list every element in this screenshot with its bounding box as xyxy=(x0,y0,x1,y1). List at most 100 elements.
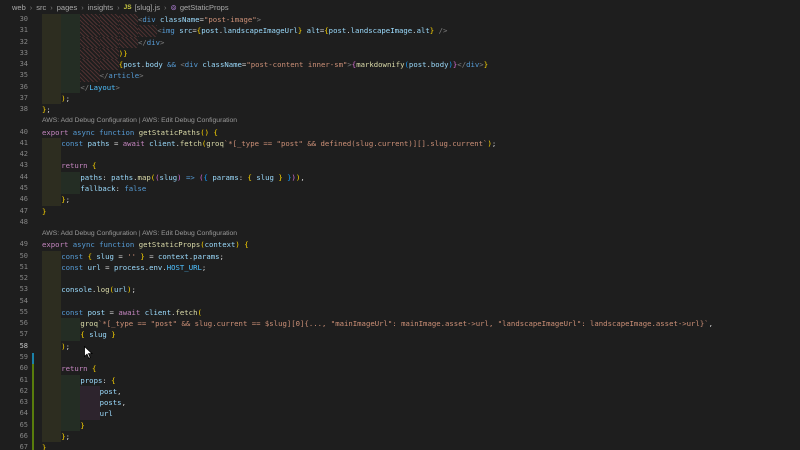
codelens-debug-config[interactable]: AWS: Add Debug Configuration | AWS: Edit… xyxy=(0,115,800,126)
indent-guide xyxy=(42,295,62,307)
line-number: 62 xyxy=(19,386,28,395)
code-line[interactable]: 46}; xyxy=(0,194,800,206)
indent-guide xyxy=(61,408,81,420)
line-number: 56 xyxy=(19,319,28,328)
indent-guide xyxy=(42,250,62,262)
code-line[interactable]: 51 const url = process.env.HOST_URL; xyxy=(0,261,800,274)
line-number: 31 xyxy=(19,26,28,35)
breadcrumb-symbol[interactable]: getStaticProps xyxy=(180,3,229,12)
line-number: 45 xyxy=(19,183,28,192)
codelens-debug-config[interactable]: AWS: Add Debug Configuration | AWS: Edit… xyxy=(0,228,800,239)
code-text: } xyxy=(42,206,47,216)
code-line[interactable]: 66}; xyxy=(0,430,800,443)
indent-guide xyxy=(99,14,119,26)
indent-guide xyxy=(42,70,62,82)
code-line[interactable]: 33)} xyxy=(0,47,800,60)
line-number: 51 xyxy=(19,262,28,271)
line-number: 63 xyxy=(19,398,28,407)
breadcrumb-src[interactable]: src xyxy=(36,3,46,12)
codelens-label[interactable]: AWS: Add Debug Configuration | AWS: Edit… xyxy=(42,115,237,126)
breadcrumb-insights[interactable]: insights xyxy=(88,3,113,12)
code-text: console.log(url); xyxy=(61,285,136,295)
code-text: )} xyxy=(118,48,128,58)
indent-guide xyxy=(61,318,81,330)
code-line[interactable]: 52 xyxy=(0,273,800,285)
code-line[interactable]: 30 <div className="post-image"> xyxy=(0,14,800,26)
code-line[interactable]: 60 return { xyxy=(0,363,800,375)
mouse-pointer-icon xyxy=(84,346,93,359)
code-line[interactable]: 40 export async function getStaticPaths()… xyxy=(0,127,800,138)
code-text: ); xyxy=(61,93,70,103)
code-line[interactable]: 38}; xyxy=(0,104,800,115)
code-line[interactable]: 36 </Layout> xyxy=(0,81,800,93)
indent-guide xyxy=(42,374,62,386)
code-line[interactable]: 53 console.log(url); xyxy=(0,284,800,296)
line-number: 34 xyxy=(19,60,28,69)
chevron-right-icon: › xyxy=(117,2,120,12)
code-line[interactable]: 34 {post.body && <div className="post-con… xyxy=(0,59,800,71)
code-line[interactable]: 67} xyxy=(0,442,800,450)
code-line[interactable]: 55 const post = await client.fetch( xyxy=(0,306,800,319)
line-number: 57 xyxy=(19,330,28,339)
indent-guide xyxy=(42,318,62,330)
code-line[interactable]: 62 post, xyxy=(0,385,800,398)
code-line[interactable]: 58); xyxy=(0,340,800,352)
code-line[interactable]: 63 posts, xyxy=(0,397,800,409)
breadcrumb-pages[interactable]: pages xyxy=(57,3,77,12)
line-number: 44 xyxy=(19,172,28,181)
code-line[interactable]: 37); xyxy=(0,92,800,105)
code-line[interactable]: 42 xyxy=(0,149,800,161)
indent-guide xyxy=(42,47,62,60)
code-line[interactable]: 54 xyxy=(0,295,800,307)
line-number: 50 xyxy=(19,251,28,260)
code-line[interactable]: 61 props: { xyxy=(0,374,800,386)
code-line[interactable]: 45 fallback: false xyxy=(0,182,800,195)
line-number: 48 xyxy=(19,217,28,226)
line-number: 61 xyxy=(19,375,28,384)
code-text: ); xyxy=(61,341,70,351)
code-text: }; xyxy=(61,431,70,441)
code-line[interactable]: 59 xyxy=(0,351,800,364)
indent-guide xyxy=(80,397,100,409)
code-line[interactable]: 48 xyxy=(0,217,800,228)
code-text: <img src={post.landscapeImageUrl} alt={p… xyxy=(157,26,448,36)
line-number: 43 xyxy=(19,161,28,170)
codelens-label[interactable]: AWS: Add Debug Configuration | AWS: Edit… xyxy=(42,228,237,239)
indent-guide xyxy=(42,397,62,409)
line-number: 67 xyxy=(19,443,28,450)
code-line[interactable]: 56 groq`*[_type == "post" && slug.current… xyxy=(0,318,800,330)
code-editor[interactable]: 30 <div className="post-image"> 31 <img src… xyxy=(0,14,800,450)
code-text: export async function getStaticPaths() { xyxy=(42,127,218,137)
code-line[interactable]: 64 url xyxy=(0,408,800,420)
code-line[interactable]: 32 </div> xyxy=(0,36,800,48)
code-line[interactable]: 43 return { xyxy=(0,160,800,172)
indent-guide xyxy=(42,36,62,48)
code-line[interactable]: 47} xyxy=(0,206,800,217)
line-number: 59 xyxy=(19,352,28,361)
indent-guide xyxy=(118,14,138,26)
line-number: 46 xyxy=(19,195,28,204)
line-number: 37 xyxy=(19,93,28,102)
code-line[interactable]: 44 paths: paths.map((slug) => ({ params: … xyxy=(0,171,800,183)
indent-guide xyxy=(42,385,62,398)
code-line[interactable]: 49 export async function getStaticProps(c… xyxy=(0,239,800,250)
line-number: 65 xyxy=(19,420,28,429)
indent-guide xyxy=(42,340,62,352)
code-line[interactable]: 50 const { slug = '' } = context.params; xyxy=(0,250,800,262)
indent-guide xyxy=(42,149,62,161)
javascript-file-icon: JS xyxy=(123,3,132,11)
code-line[interactable]: 41 const paths = await client.fetch(groq`… xyxy=(0,137,800,150)
line-number: 64 xyxy=(19,409,28,418)
code-line[interactable]: 31 <img src={post.landscapeImageUrl} alt=… xyxy=(0,25,800,37)
code-text: <div className="post-image"> xyxy=(138,15,262,24)
indent-guide xyxy=(42,25,62,37)
indent-guide xyxy=(61,182,81,195)
indent-guide xyxy=(42,408,62,420)
code-line[interactable]: 35 </article> xyxy=(0,70,800,82)
breadcrumb-web[interactable]: web xyxy=(12,3,26,12)
indent-guide xyxy=(61,374,81,386)
breadcrumb-file[interactable]: [slug].js xyxy=(135,3,160,12)
code-line[interactable]: 65} xyxy=(0,419,800,431)
indent-guide xyxy=(42,284,62,296)
code-line[interactable]: 57 { slug } xyxy=(0,329,800,341)
